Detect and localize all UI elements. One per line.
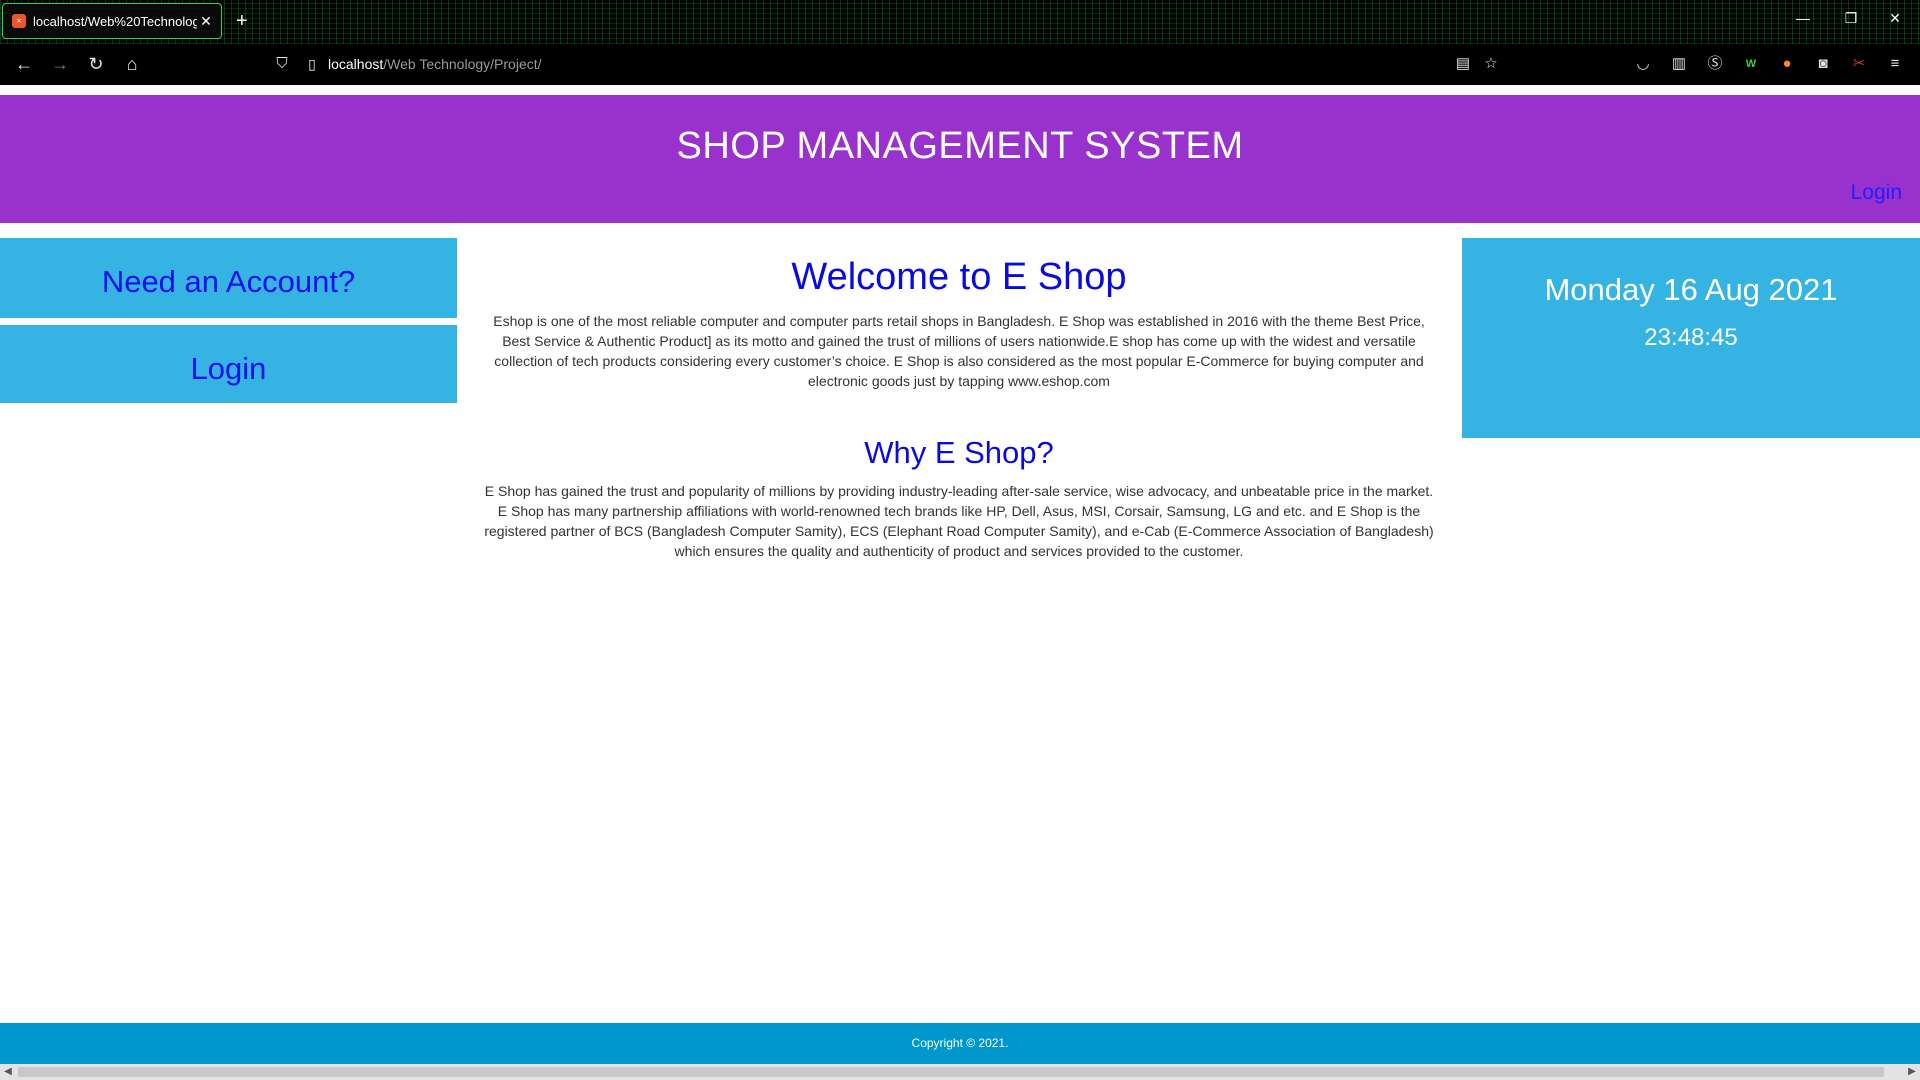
site-header: SHOP MANAGEMENT SYSTEM Login — [0, 95, 1920, 223]
hamburger-menu-icon[interactable]: ≡ — [1884, 53, 1906, 75]
forward-arrow-icon[interactable]: → — [48, 52, 72, 76]
browser-tab[interactable]: ✕ localhost/Web%20Technology/ ✕ — [2, 3, 222, 39]
welcome-paragraph: Eshop is one of the most reliable comput… — [493, 313, 1425, 389]
scrollbar-thumb[interactable] — [18, 1067, 1884, 1077]
scroll-left-icon[interactable]: ◀ — [0, 1064, 16, 1080]
horizontal-scrollbar[interactable]: ◀ ▶ — [0, 1064, 1920, 1080]
extension-glasses-icon[interactable]: ◙ — [1812, 53, 1834, 75]
header-login-link[interactable]: Login — [1851, 181, 1902, 205]
pocket-icon[interactable]: ◡ — [1632, 53, 1654, 75]
why-heading: Why E Shop? — [864, 435, 1054, 470]
site-footer: Copyright © 2021. — [0, 1023, 1920, 1064]
xampp-favicon-icon: ✕ — [12, 14, 26, 28]
page-icon: ▯ — [308, 56, 316, 72]
toolbar-gap — [0, 85, 1920, 95]
need-account-button[interactable]: Need an Account? — [0, 238, 457, 318]
extension-fox-icon[interactable]: ● — [1776, 53, 1798, 75]
main-content: Welcome to E Shop Eshop is one of the mo… — [482, 238, 1436, 561]
browser-toolbar: ← → ↻ ⌂ ⛉ ▯ localhost/Web Technology/Pro… — [0, 44, 1920, 85]
current-time: 23:48:45 — [1644, 324, 1738, 351]
site-title: SHOP MANAGEMENT SYSTEM — [676, 125, 1244, 167]
browser-tab-strip: ✕ localhost/Web%20Technology/ ✕ + — ❐ ✕ — [0, 0, 1920, 44]
current-date: Monday 16 Aug 2021 — [1544, 272, 1838, 307]
address-bar[interactable]: localhost/Web Technology/Project/ — [328, 48, 1568, 80]
date-time-panel: Monday 16 Aug 2021 23:48:45 — [1462, 238, 1920, 438]
shield-icon[interactable]: ⛉ — [270, 52, 294, 76]
welcome-heading: Welcome to E Shop — [791, 256, 1127, 298]
home-icon[interactable]: ⌂ — [120, 52, 144, 76]
close-window-icon[interactable]: ✕ — [1880, 10, 1910, 27]
restore-window-icon[interactable]: ❐ — [1836, 10, 1866, 27]
url-path: /Web Technology/Project/ — [383, 56, 542, 72]
extension-w-icon[interactable]: W — [1740, 53, 1762, 75]
tab-close-icon[interactable]: ✕ — [197, 13, 215, 30]
tab-title: localhost/Web%20Technology/ — [33, 13, 197, 29]
extension-tools-icon[interactable]: ✂ — [1848, 53, 1870, 75]
scroll-right-icon[interactable]: ▶ — [1904, 1064, 1920, 1080]
bookmark-star-icon[interactable]: ☆ — [1480, 53, 1502, 75]
reader-view-icon[interactable]: ▤ — [1452, 53, 1474, 75]
url-host: localhost — [328, 56, 384, 72]
minimize-window-icon[interactable]: — — [1788, 10, 1818, 26]
sidebar-login-button[interactable]: Login — [0, 325, 457, 403]
extension-s-icon[interactable]: Ⓢ — [1704, 53, 1726, 75]
reload-icon[interactable]: ↻ — [84, 52, 108, 76]
sidebar-icon[interactable]: ▥ — [1668, 53, 1690, 75]
copyright-text: Copyright © 2021. — [911, 1036, 1009, 1050]
back-arrow-icon[interactable]: ← — [12, 52, 36, 76]
new-tab-button[interactable]: + — [236, 9, 248, 33]
why-paragraph: E Shop has gained the trust and populari… — [484, 483, 1434, 559]
